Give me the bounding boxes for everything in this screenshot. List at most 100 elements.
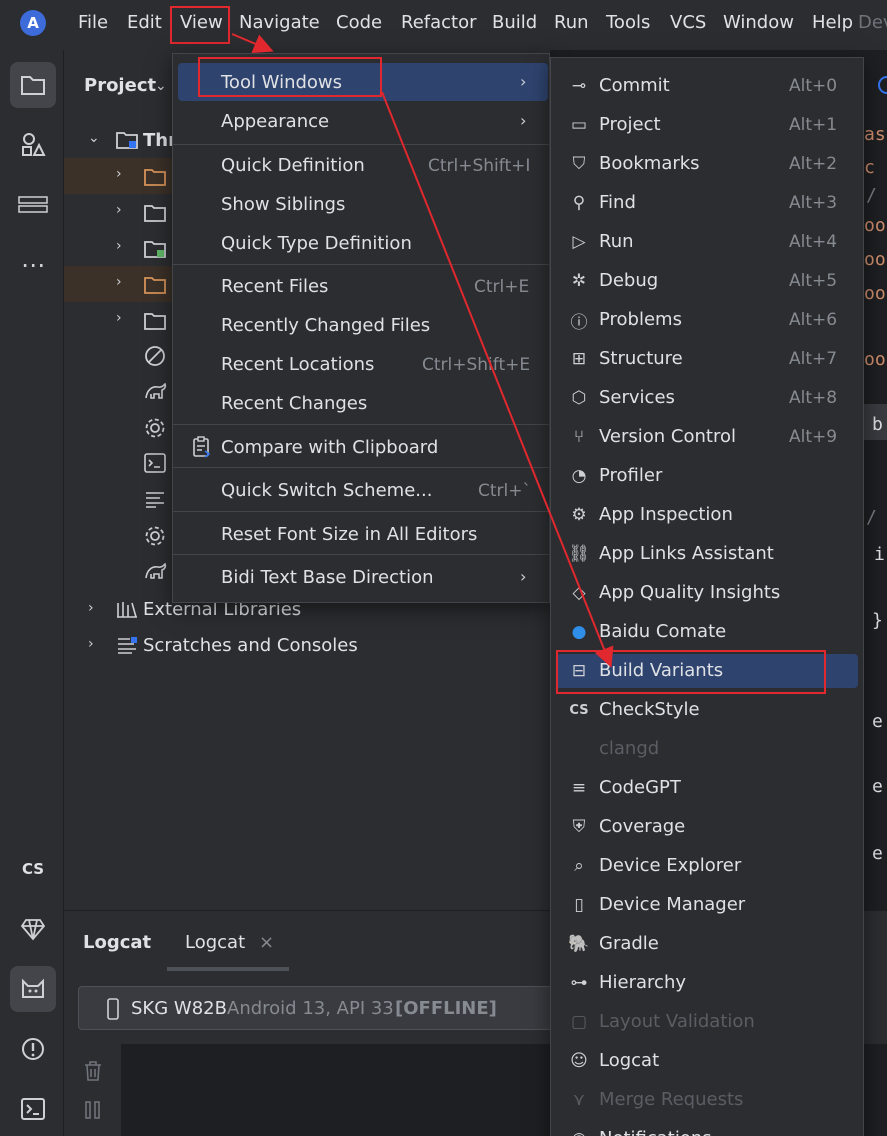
menu-item-shortcut: Ctrl+Shift+I (428, 156, 531, 176)
tool-window-label: Project (599, 114, 661, 135)
menu-run[interactable]: Run (554, 12, 589, 33)
chevron-right-icon[interactable]: › (116, 274, 122, 290)
structure-icon: ⊞ (571, 349, 587, 369)
chevron-right-icon[interactable]: › (88, 636, 94, 652)
menu-code[interactable]: Code (336, 12, 382, 33)
pause-icon[interactable] (84, 1100, 102, 1120)
codegpt-tool-button[interactable] (10, 182, 56, 228)
tool-window-label: Bookmarks (599, 153, 700, 174)
app-quality-tool-button[interactable] (10, 906, 56, 952)
profiler-icon: ◔ (571, 466, 587, 486)
gear-icon[interactable] (144, 525, 166, 547)
status-indicator-icon (878, 76, 887, 94)
device-info: Android 13, API 33 (227, 998, 394, 1019)
tool-window-label: Merge Requests (599, 1089, 744, 1110)
annotation-box-tool-windows (198, 57, 382, 97)
tool-window-shortcut: Alt+8 (789, 388, 838, 408)
app-logo-icon[interactable]: A (20, 10, 46, 36)
folder-icon (144, 205, 166, 222)
code-fragment: c (864, 157, 875, 178)
chevron-right-icon[interactable]: › (116, 166, 122, 182)
bookmark-icon: ⛉ (572, 154, 586, 174)
annotation-box-view (170, 6, 230, 44)
menu-edit[interactable]: Edit (127, 12, 162, 33)
tool-window-label: Find (599, 192, 636, 213)
code-fragment: oo (864, 215, 886, 236)
project-tool-button[interactable] (10, 62, 56, 108)
chevron-right-icon: › (520, 111, 527, 130)
terminal-tool-button[interactable] (10, 1086, 56, 1132)
tool-window-label: Gradle (599, 933, 659, 954)
tool-window-shortcut: Alt+3 (789, 193, 838, 213)
tree-scratches[interactable]: Scratches and Consoles (143, 635, 358, 656)
menu-separator (172, 511, 550, 512)
menu-separator (172, 264, 550, 265)
menu-item-label: Recent Locations (221, 354, 375, 375)
code-fragment: / (866, 507, 877, 528)
tool-window-label: App Quality Insights (599, 582, 781, 603)
gradle-icon[interactable] (144, 561, 168, 581)
chevron-right-icon[interactable]: › (116, 238, 122, 254)
device-manager-icon: ▯ (574, 895, 584, 915)
codegpt-icon: ≡ (571, 778, 587, 798)
close-icon[interactable]: × (259, 932, 274, 953)
code-fragment: i (874, 544, 885, 565)
menu-build[interactable]: Build (492, 12, 537, 33)
code-fragment: as (864, 124, 886, 145)
logcat-tab[interactable]: Logcat (185, 932, 245, 953)
folder-icon (144, 277, 166, 294)
shapes-icon (22, 133, 46, 156)
tool-window-label: Version Control (599, 426, 736, 447)
chevron-down-icon[interactable]: ⌄ (88, 130, 100, 146)
problems-icon: ⓘ (570, 312, 588, 333)
problems-tool-button[interactable] (10, 1026, 56, 1072)
clipboard-icon (193, 436, 211, 458)
tool-window-label: Device Explorer (599, 855, 742, 876)
menu-help[interactable]: Help (812, 12, 853, 33)
menu-tools[interactable]: Tools (606, 12, 650, 33)
menu-item-label: Compare with Clipboard (221, 437, 439, 458)
menu-file[interactable]: File (78, 12, 108, 33)
more-icon: ⋯ (21, 251, 45, 279)
tool-window-label: Layout Validation (599, 1011, 755, 1032)
chevron-right-icon[interactable]: › (116, 202, 122, 218)
app-inspection-icon: ⚙ (571, 505, 587, 525)
gear-icon[interactable] (144, 417, 166, 439)
chevron-down-icon[interactable]: ⌄ (155, 78, 167, 94)
checkstyle-tool-button[interactable]: CS (10, 846, 56, 892)
project-panel-title[interactable]: Project (84, 75, 156, 96)
code-fragment: / (866, 185, 877, 206)
folder-icon (21, 76, 45, 95)
tool-window-label: Coverage (599, 816, 686, 837)
logcat-tool-button[interactable] (10, 966, 56, 1012)
terminal-file-icon[interactable] (144, 453, 166, 473)
chevron-right-icon[interactable]: › (88, 600, 94, 616)
tool-window-label: App Inspection (599, 504, 733, 525)
trash-icon[interactable] (82, 1060, 104, 1082)
menu-item-label: Recent Files (221, 276, 329, 297)
more-tools-button[interactable]: ⋯ (10, 242, 56, 288)
code-fragment: oo (864, 349, 886, 370)
tool-window-shortcut: Alt+6 (789, 310, 838, 330)
text-file-icon[interactable] (144, 490, 166, 508)
tool-window-shortcut: Alt+7 (789, 349, 838, 369)
menu-item-label: Quick Definition (221, 155, 365, 176)
gradle-icon[interactable] (144, 381, 168, 401)
chevron-right-icon[interactable]: › (116, 310, 122, 326)
tool-window-label: Device Manager (599, 894, 746, 915)
tool-window-label: Commit (599, 75, 670, 96)
menu-navigate[interactable]: Navigate (239, 12, 320, 33)
ignore-file-icon[interactable] (144, 345, 166, 367)
menu-window[interactable]: Window (723, 12, 794, 33)
menu-vcs[interactable]: VCS (670, 12, 706, 33)
menu-item-shortcut: Ctrl+` (478, 481, 531, 501)
tool-window-shortcut: Alt+5 (789, 271, 838, 291)
codegpt-icon (18, 196, 48, 213)
tool-window-label: CheckStyle (599, 699, 700, 720)
search-icon: ⚲ (572, 193, 586, 213)
checkstyle-icon: CS (21, 860, 45, 878)
resource-manager-button[interactable] (10, 122, 56, 168)
menu-item-label: Bidi Text Base Direction (221, 567, 434, 588)
menu-refactor[interactable]: Refactor (401, 12, 477, 33)
menu-item-label: Reset Font Size in All Editors (221, 524, 478, 545)
